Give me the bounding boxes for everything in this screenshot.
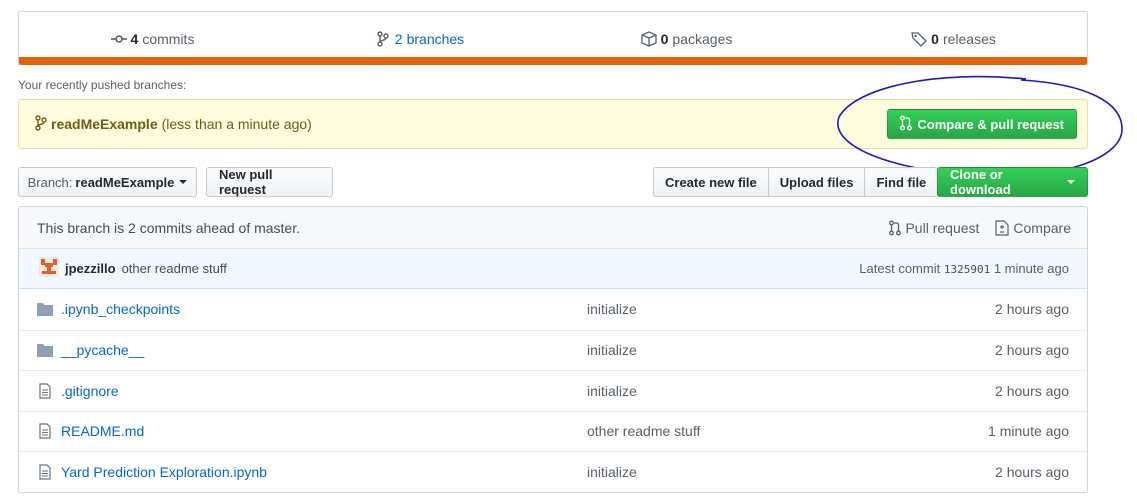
commit-author-info: jpezzillo other readme stuff xyxy=(39,257,227,280)
folder-icon xyxy=(37,342,53,358)
branch-status-links: Pull request Compare xyxy=(889,220,1071,236)
pull-request-label: Pull request xyxy=(905,219,980,236)
language-bar[interactable] xyxy=(19,57,1087,65)
commit-age: 1 minute ago xyxy=(993,261,1069,276)
pull-request-icon xyxy=(889,220,902,236)
tag-icon xyxy=(911,31,928,47)
pull-request-icon xyxy=(900,115,913,134)
avatar[interactable] xyxy=(39,257,59,280)
recent-branches-label: Your recently pushed branches: xyxy=(18,78,187,92)
repo-summary-bar: 4 commits 2 branches 0 packages 0 releas… xyxy=(18,11,1088,65)
file-name-cell: __pycache__ xyxy=(37,342,587,358)
compare-label: Compare xyxy=(1013,219,1071,236)
file-age: 1 minute ago xyxy=(988,423,1069,440)
compare-pull-request-button[interactable]: Compare & pull request xyxy=(887,109,1077,139)
latest-commit-bar: jpezzillo other readme stuff Latest comm… xyxy=(19,249,1087,289)
branch-select-button[interactable]: Branch: readMeExample xyxy=(18,167,197,197)
branch-prefix: Branch: xyxy=(27,174,73,190)
compare-link[interactable]: Compare xyxy=(995,220,1071,236)
file-list: .ipynb_checkpoints initialize 2 hours ag… xyxy=(19,289,1087,492)
branch-icon xyxy=(375,30,391,47)
file-row: Yard Prediction Exploration.ipynb initia… xyxy=(19,451,1087,492)
file-age: 2 hours ago xyxy=(995,382,1069,399)
file-link[interactable]: Yard Prediction Exploration.ipynb xyxy=(61,464,267,480)
file-actions-group: Create new file Upload files Find file xyxy=(653,167,939,197)
packages-count: 0 xyxy=(660,30,669,47)
file-commit-message[interactable]: initialize xyxy=(587,464,995,480)
file-commit-message[interactable]: other readme stuff xyxy=(587,423,988,439)
recent-branch-info: readMeExample (less than a minute ago) xyxy=(35,114,312,134)
file-link[interactable]: __pycache__ xyxy=(61,342,144,358)
commit-sha[interactable]: 1325901 xyxy=(944,263,990,276)
latest-commit-info: Latest commit 1325901 1 minute ago xyxy=(859,261,1069,276)
file-age: 2 hours ago xyxy=(995,301,1069,318)
package-icon xyxy=(640,30,657,47)
file-link[interactable]: README.md xyxy=(61,423,144,439)
file-row: __pycache__ initialize 2 hours ago xyxy=(19,329,1087,371)
chevron-down-icon xyxy=(179,180,188,184)
pull-request-link[interactable]: Pull request xyxy=(889,220,979,236)
releases-link[interactable]: 0 releases xyxy=(820,16,1087,62)
file-commit-message[interactable]: initialize xyxy=(587,301,995,317)
file-icon xyxy=(37,464,53,480)
file-link[interactable]: .gitignore xyxy=(61,383,119,399)
commit-author[interactable]: jpezzillo xyxy=(65,261,116,276)
branch-ahead-text: This branch is 2 commits ahead of master… xyxy=(37,219,300,236)
file-row: README.md other readme stuff 1 minute ag… xyxy=(19,410,1087,452)
file-age: 2 hours ago xyxy=(995,463,1069,480)
latest-commit-label: Latest commit xyxy=(859,261,941,276)
branches-label: branches xyxy=(406,30,465,47)
packages-label: packages xyxy=(672,30,733,47)
compare-pull-request-label: Compare & pull request xyxy=(917,116,1064,132)
releases-count: 0 xyxy=(931,30,939,47)
find-file-button[interactable]: Find file xyxy=(864,167,939,197)
file-name-cell: .ipynb_checkpoints xyxy=(37,301,587,317)
branches-link[interactable]: 2 branches xyxy=(286,16,553,62)
commit-icon xyxy=(110,31,127,47)
folder-icon xyxy=(37,301,53,317)
commit-message[interactable]: other readme stuff xyxy=(122,261,227,276)
branch-icon xyxy=(35,114,47,134)
upload-files-button[interactable]: Upload files xyxy=(767,167,866,197)
branch-select-name: readMeExample xyxy=(75,174,175,190)
file-row: .gitignore initialize 2 hours ago xyxy=(19,370,1087,411)
file-navigation-panel: This branch is 2 commits ahead of master… xyxy=(18,206,1088,493)
file-icon xyxy=(37,423,53,439)
file-name-cell: README.md xyxy=(37,423,587,439)
file-commit-message[interactable]: initialize xyxy=(587,342,995,358)
file-age: 2 hours ago xyxy=(995,342,1069,359)
create-new-file-button[interactable]: Create new file xyxy=(653,167,769,197)
file-commit-message[interactable]: initialize xyxy=(587,383,995,399)
file-name-cell: Yard Prediction Exploration.ipynb xyxy=(37,464,587,480)
commits-count: 4 xyxy=(130,30,139,47)
packages-link[interactable]: 0 packages xyxy=(553,16,820,62)
file-link[interactable]: .ipynb_checkpoints xyxy=(61,301,180,317)
file-icon xyxy=(37,383,53,399)
recent-branch-name[interactable]: readMeExample xyxy=(51,116,158,132)
clone-download-label: Clone or download xyxy=(950,167,1011,197)
new-pull-request-button[interactable]: New pull request xyxy=(206,167,333,197)
recent-branch-time: (less than a minute ago) xyxy=(161,116,312,132)
clone-download-button[interactable]: Clone or download xyxy=(937,167,1088,197)
commits-link[interactable]: 4 commits xyxy=(19,16,286,62)
recent-branch-flash: readMeExample (less than a minute ago) C… xyxy=(18,99,1088,149)
releases-label: releases xyxy=(942,30,996,47)
file-row: .ipynb_checkpoints initialize 2 hours ag… xyxy=(19,289,1087,330)
chevron-down-icon xyxy=(1067,180,1075,184)
branch-status-bar: This branch is 2 commits ahead of master… xyxy=(19,207,1087,249)
branches-count: 2 xyxy=(394,30,403,47)
diff-icon xyxy=(995,219,1010,236)
file-name-cell: .gitignore xyxy=(37,383,587,399)
commits-label: commits xyxy=(142,30,195,47)
